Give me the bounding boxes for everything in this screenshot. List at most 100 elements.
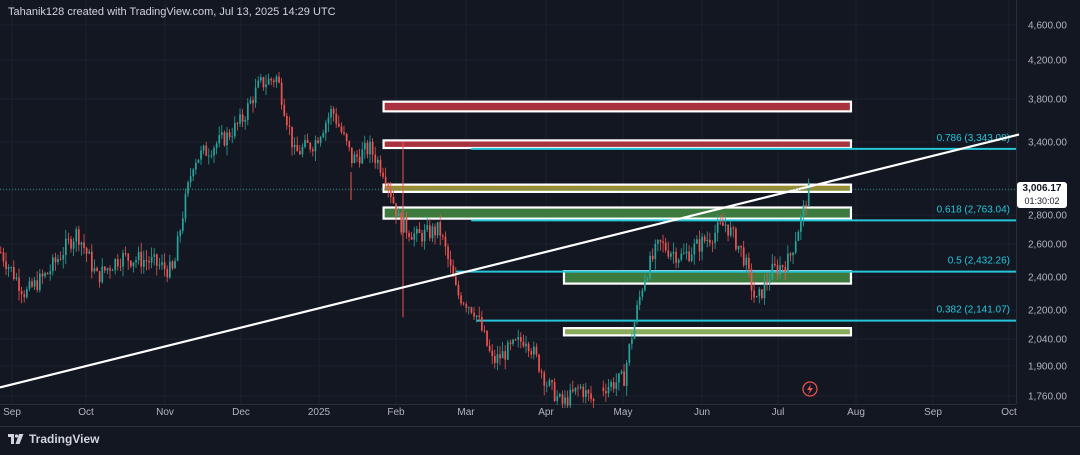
candle-body xyxy=(587,390,590,394)
candle-body xyxy=(49,271,52,275)
candle-body xyxy=(241,114,244,122)
time-tick-label: Jun xyxy=(694,407,710,418)
candle-body xyxy=(641,290,644,297)
candle-body xyxy=(615,382,618,389)
candle-body xyxy=(447,246,449,260)
candle-body xyxy=(418,228,421,234)
candle-body xyxy=(620,371,623,374)
candle-body xyxy=(688,251,690,261)
candle-body xyxy=(792,252,794,256)
candle-body xyxy=(374,154,377,164)
time-tick-label: Nov xyxy=(156,407,174,418)
candle-body xyxy=(319,137,322,143)
candle-body xyxy=(387,184,390,189)
candle-body xyxy=(566,397,569,406)
candle-body xyxy=(421,233,423,242)
candle-body xyxy=(781,265,784,268)
candle-body xyxy=(413,233,416,240)
candle-body xyxy=(494,356,496,363)
candle-body xyxy=(527,343,530,352)
candle-body xyxy=(672,251,675,254)
candle-body xyxy=(223,132,226,146)
candle-body xyxy=(145,260,148,262)
candle-body xyxy=(156,254,158,266)
candle-body xyxy=(499,354,501,359)
candle-body xyxy=(150,256,153,263)
last-price-value: 3,006.17 xyxy=(1022,183,1062,194)
candle-body xyxy=(802,204,805,217)
candle-body xyxy=(280,82,283,105)
tradingview-logo[interactable]: TradingView xyxy=(8,432,99,446)
candle-body xyxy=(410,236,413,240)
candle-body xyxy=(96,268,98,272)
candle-body xyxy=(649,255,651,279)
candle-body xyxy=(218,135,221,144)
fib-label: 0.618 (2,763.04) xyxy=(937,204,1010,215)
price-tick-label: 2,800.00 xyxy=(1028,211,1067,222)
candle-body xyxy=(166,269,169,278)
candle-body xyxy=(135,260,137,263)
candle-body xyxy=(299,151,301,155)
time-tick-label: Oct xyxy=(78,407,94,418)
candle-body xyxy=(735,228,737,250)
bar-countdown: 01:30:02 xyxy=(1024,196,1060,206)
candle-body xyxy=(771,263,774,280)
candle-body xyxy=(605,391,607,394)
candle-body xyxy=(512,339,514,344)
candle-body xyxy=(701,236,703,252)
candle-body xyxy=(522,341,525,347)
candle-body xyxy=(18,277,20,291)
candle-body xyxy=(794,240,797,253)
candle-body xyxy=(306,139,309,143)
price-tick-label: 3,400.00 xyxy=(1028,138,1067,149)
candle-body xyxy=(124,253,127,254)
candle-body xyxy=(52,257,54,272)
zone-box-yellow xyxy=(382,183,853,193)
candle-body xyxy=(143,260,145,267)
candle-body xyxy=(551,380,553,383)
price-chart[interactable]: 0.786 (3,343.08)0.618 (2,763.04)0.5 (2,4… xyxy=(0,0,1080,454)
attribution-text: Tahanik128 created with TradingView.com,… xyxy=(8,6,336,18)
candle-body xyxy=(247,103,249,120)
candle-body xyxy=(763,281,766,299)
candle-body xyxy=(338,123,340,127)
candle-body xyxy=(93,268,96,272)
candle-body xyxy=(525,343,527,347)
candle-body xyxy=(719,222,722,224)
candle-body xyxy=(332,108,335,114)
candle-body xyxy=(260,77,262,81)
candle-body xyxy=(800,216,802,232)
candle-body xyxy=(72,241,75,249)
price-tick-label: 2,400.00 xyxy=(1028,273,1067,284)
candle-body xyxy=(348,141,351,148)
candle-body xyxy=(423,229,426,242)
candle-body xyxy=(577,387,579,389)
candle-body xyxy=(491,350,494,357)
candle-body xyxy=(283,104,286,116)
candle-body xyxy=(607,386,610,394)
candle-body xyxy=(369,141,371,155)
candle-body xyxy=(221,132,223,136)
candle-body xyxy=(267,78,270,85)
candle-body xyxy=(83,242,85,248)
candle-body xyxy=(724,224,727,226)
candle-body xyxy=(574,387,577,392)
candle-body xyxy=(46,273,49,275)
candle-body xyxy=(520,337,522,342)
candle-body xyxy=(304,139,306,148)
candle-body xyxy=(322,133,325,138)
candle-body xyxy=(85,247,88,254)
candle-body xyxy=(559,394,561,397)
candle-body xyxy=(564,397,566,404)
candle-body xyxy=(158,264,161,266)
candle-body xyxy=(130,260,132,267)
candle-body xyxy=(805,204,807,207)
candle-body xyxy=(140,251,143,267)
tradingview-label: TradingView xyxy=(29,432,100,446)
candle-body xyxy=(174,260,176,269)
candle-body xyxy=(706,239,709,242)
candle-body xyxy=(270,78,273,81)
candle-body xyxy=(314,140,317,152)
candle-body xyxy=(758,289,761,297)
candle-body xyxy=(98,271,101,283)
